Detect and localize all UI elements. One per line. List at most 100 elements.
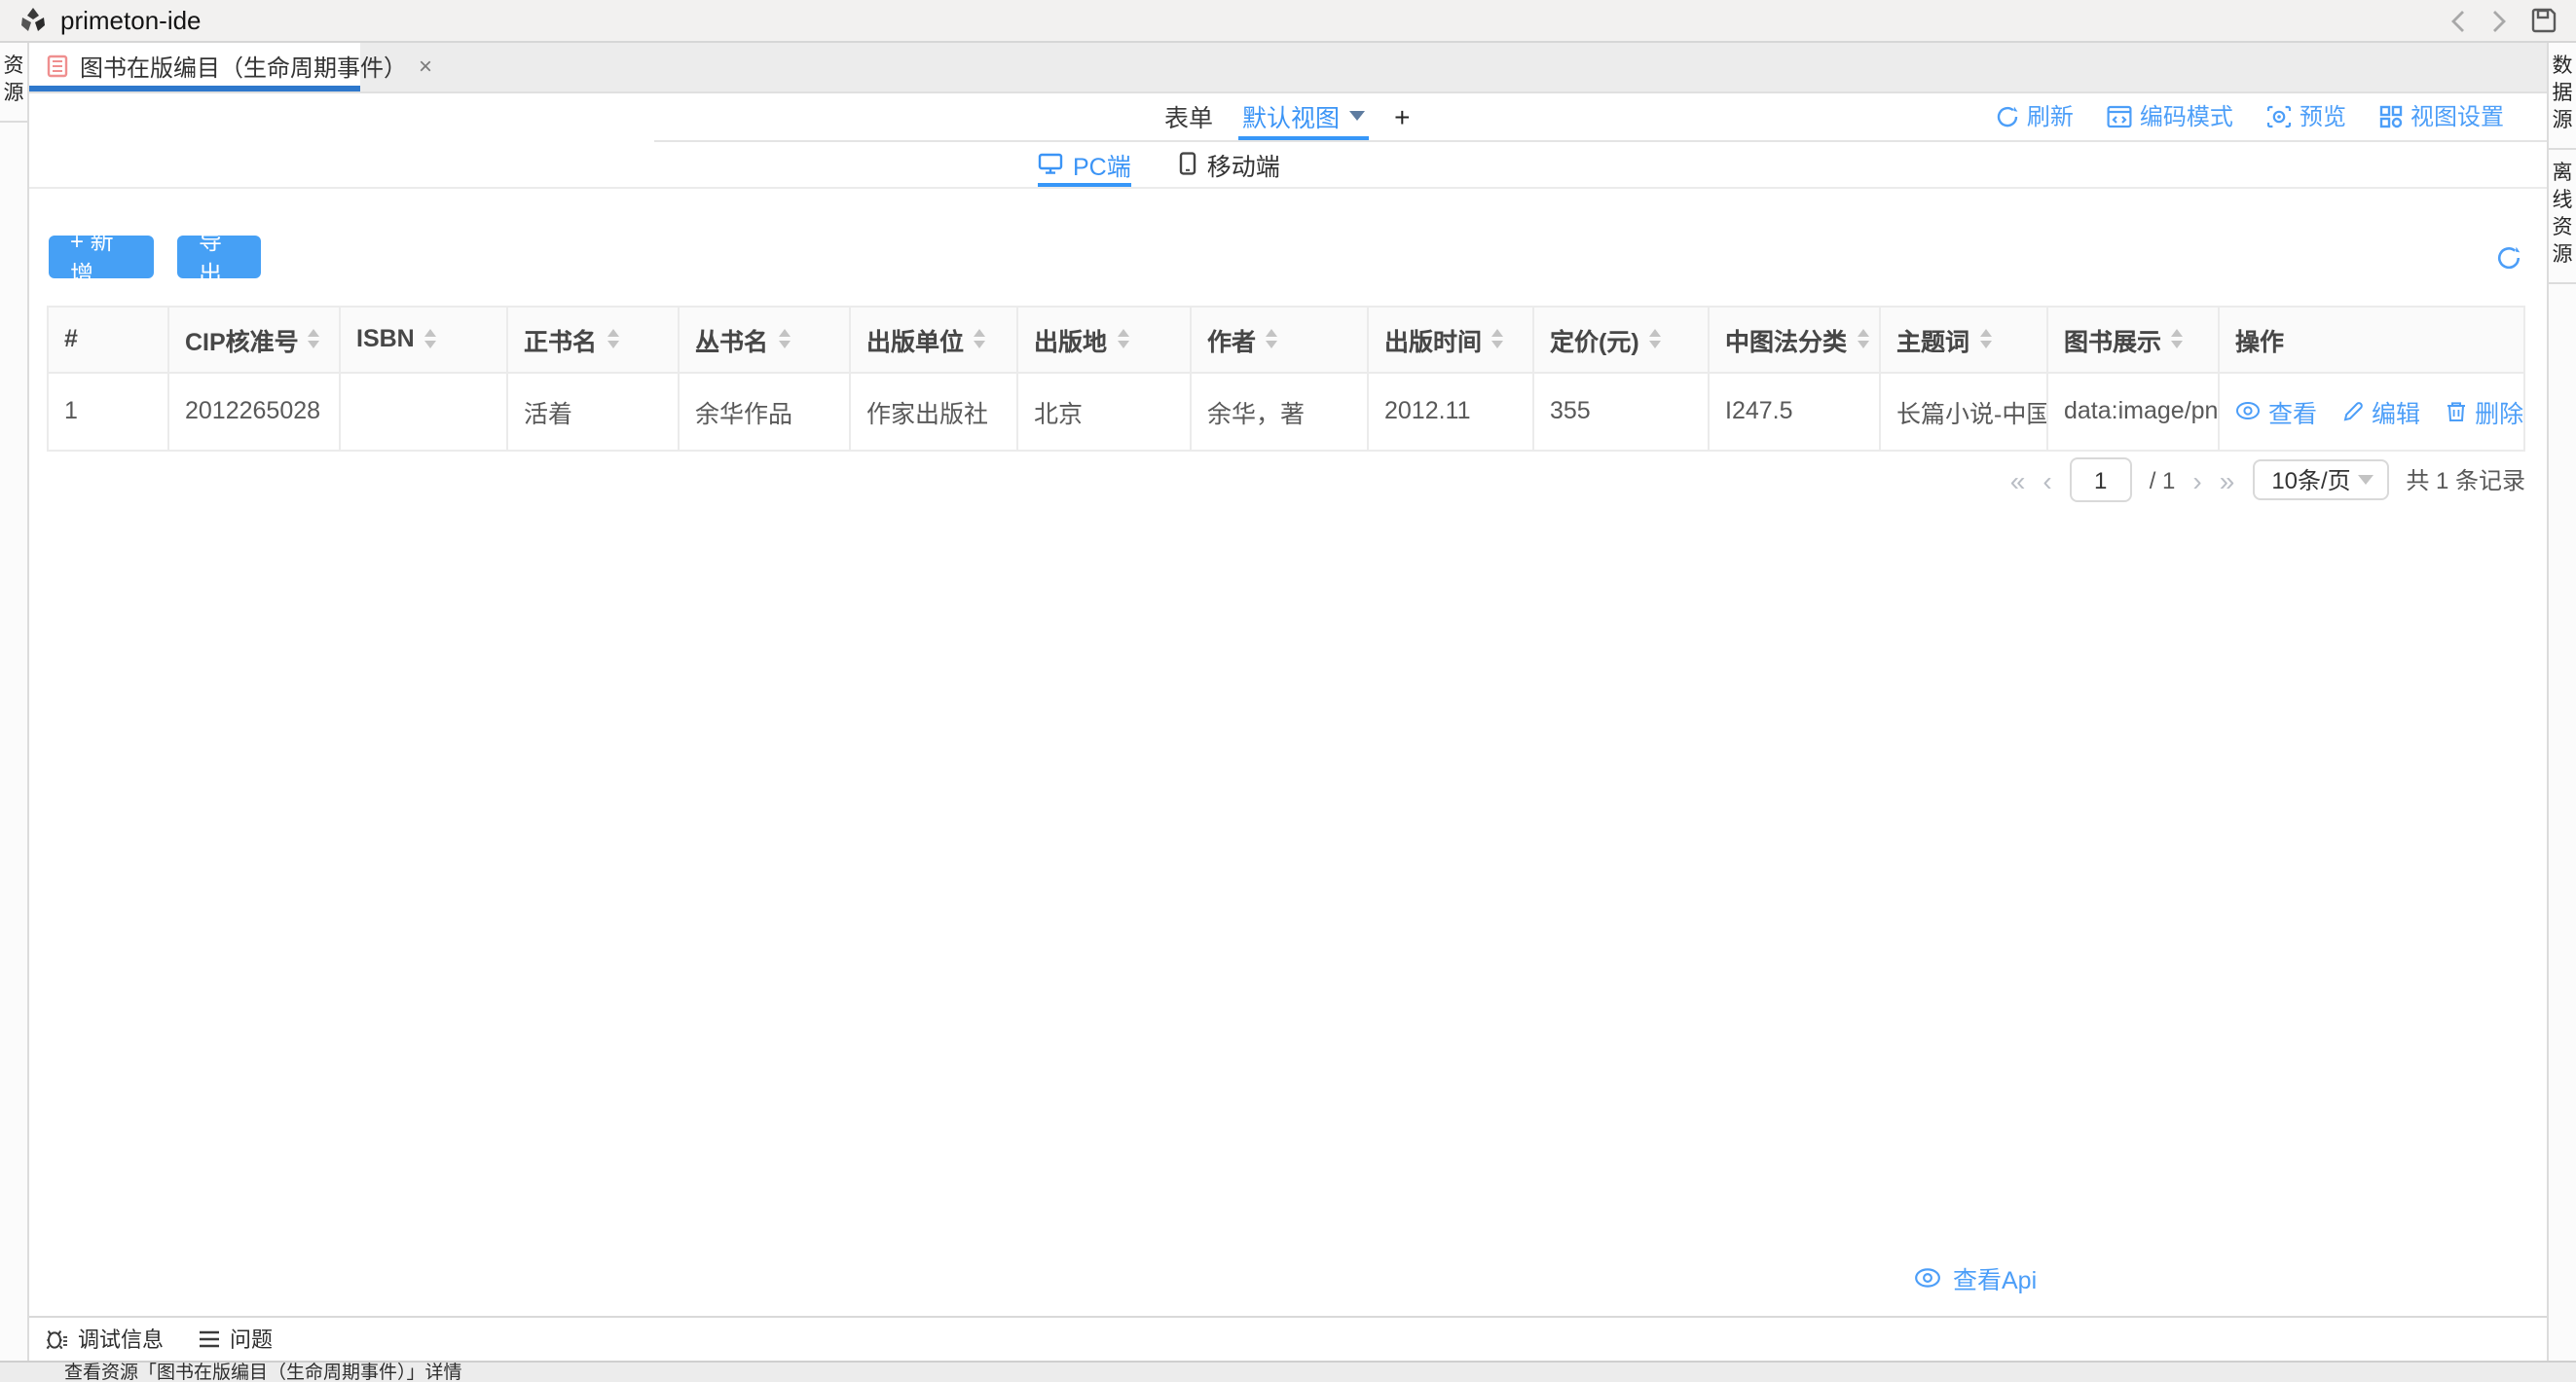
refresh-button[interactable]: 刷新 xyxy=(1996,99,2074,132)
document-icon xyxy=(47,55,68,79)
data-table: # CIP核准号 ISBN 正书名 丛书名 出版单位 出版地 作者 出版时间 定… xyxy=(47,305,2525,451)
right-rail: 数据源 离线资源 xyxy=(2547,43,2576,1361)
tab-default-view[interactable]: 默认视图 xyxy=(1242,92,1365,139)
export-button[interactable]: 导出 xyxy=(177,235,261,277)
cell-cip: 2012265028 xyxy=(168,372,340,450)
problems-button[interactable]: 问题 xyxy=(199,1324,273,1355)
tab-mobile[interactable]: 移动端 xyxy=(1178,141,1280,187)
sort-icon[interactable] xyxy=(974,329,985,348)
sort-icon[interactable] xyxy=(1266,329,1277,348)
problems-label: 问题 xyxy=(230,1324,273,1355)
add-view-tab-button[interactable]: + xyxy=(1394,92,1410,139)
bottom-panel-bar: 调试信息 问题 xyxy=(29,1316,2547,1361)
tab-form-label: 表单 xyxy=(1164,97,1213,134)
view-row-button[interactable]: 查看 xyxy=(2235,392,2317,429)
page-number-input[interactable]: 1 xyxy=(2070,457,2132,502)
page-size-select[interactable]: 10条/页 xyxy=(2252,459,2388,500)
cell-title: 活着 xyxy=(507,372,679,450)
nav-back-icon[interactable] xyxy=(2449,9,2467,32)
sort-icon[interactable] xyxy=(424,329,436,348)
column-header-cip[interactable]: CIP核准号 xyxy=(168,306,340,372)
sort-icon[interactable] xyxy=(778,329,790,348)
debug-info-label: 调试信息 xyxy=(78,1324,164,1355)
view-api-label: 查看Api xyxy=(1953,1258,2037,1295)
column-header-bookimage[interactable]: 图书展示 xyxy=(2047,306,2219,372)
sort-icon[interactable] xyxy=(1979,329,1991,348)
column-header-price[interactable]: 定价(元) xyxy=(1533,306,1709,372)
view-settings-button[interactable]: 视图设置 xyxy=(2379,99,2504,132)
code-mode-icon xyxy=(2107,104,2132,127)
column-header-index: # xyxy=(48,306,168,372)
column-header-subject[interactable]: 主题词 xyxy=(1880,306,2047,372)
total-records-label: 共 1 条记录 xyxy=(2406,463,2525,496)
view-label: 查看 xyxy=(2268,392,2317,429)
column-header-isbn[interactable]: ISBN xyxy=(340,306,507,372)
tab-form[interactable]: 表单 xyxy=(1164,92,1213,139)
sort-icon[interactable] xyxy=(1857,329,1868,348)
add-button-label: + 新增 xyxy=(70,223,132,289)
page-count-label: / 1 xyxy=(2150,466,2176,493)
sidebar-item-offline-resources[interactable]: 离线资源 xyxy=(2549,150,2576,284)
edit-row-button[interactable]: 编辑 xyxy=(2342,392,2420,429)
status-text: 查看资源「图书在版编目（生命周期事件）」详情 xyxy=(64,1363,462,1382)
delete-row-button[interactable]: 删除 xyxy=(2446,392,2523,429)
view-toolbar: 刷新 编码模式 预览 视图设置 xyxy=(1996,92,2504,139)
debug-info-button[interactable]: 调试信息 xyxy=(45,1324,164,1355)
table-row: 1 2012265028 活着 余华作品 作家出版社 北京 余华，著 2012.… xyxy=(48,372,2524,450)
column-header-title[interactable]: 正书名 xyxy=(507,306,679,372)
edit-label: 编辑 xyxy=(2372,392,2420,429)
cell-place: 北京 xyxy=(1017,372,1191,450)
pencil-icon xyxy=(2342,400,2364,421)
column-header-publisher[interactable]: 出版单位 xyxy=(850,306,1017,372)
view-api-link[interactable]: 查看Api xyxy=(1914,1258,2037,1295)
view-tabs: 表单 默认视图 + xyxy=(1164,92,1410,139)
column-header-series[interactable]: 丛书名 xyxy=(679,306,850,372)
preview-button[interactable]: 预览 xyxy=(2266,99,2346,132)
eye-icon xyxy=(2235,401,2261,420)
nav-forward-icon[interactable] xyxy=(2490,9,2508,32)
save-icon[interactable] xyxy=(2531,8,2557,33)
column-header-author[interactable]: 作者 xyxy=(1191,306,1368,372)
column-header-clc[interactable]: 中图法分类 xyxy=(1709,306,1880,372)
sort-icon[interactable] xyxy=(1649,329,1661,348)
tab-pc[interactable]: PC端 xyxy=(1038,141,1131,187)
tab-title: 图书在版编目（生命周期事件） xyxy=(80,51,407,84)
sort-icon[interactable] xyxy=(607,329,618,348)
view-settings-label: 视图设置 xyxy=(2410,99,2504,132)
column-header-operations: 操作 xyxy=(2219,306,2524,372)
monitor-icon xyxy=(1038,153,1063,176)
cell-bookimage: data:image/png;b xyxy=(2047,372,2219,450)
tab-book-catalog[interactable]: 图书在版编目（生命周期事件） × xyxy=(29,43,360,91)
chevron-down-icon[interactable] xyxy=(1349,111,1365,121)
next-page-button[interactable]: › xyxy=(2192,466,2201,493)
tab-mobile-label: 移动端 xyxy=(1207,146,1280,183)
chevron-down-icon xyxy=(2357,475,2373,485)
preview-label: 预览 xyxy=(2300,99,2346,132)
app-title: primeton-ide xyxy=(60,6,202,35)
eye-icon xyxy=(1914,1266,1941,1288)
refresh-label: 刷新 xyxy=(2027,99,2074,132)
add-button[interactable]: + 新增 xyxy=(49,235,154,277)
add-view-label: + xyxy=(1394,100,1410,131)
pagination: « ‹ 1 / 1 › » 10条/页 共 1 条记录 xyxy=(2010,455,2525,505)
code-mode-button[interactable]: 编码模式 xyxy=(2107,99,2233,132)
first-page-button[interactable]: « xyxy=(2010,466,2026,493)
app-window: primeton-ide 资源 xyxy=(0,0,2576,1382)
last-page-button[interactable]: » xyxy=(2220,466,2235,493)
sort-icon[interactable] xyxy=(1117,329,1128,348)
device-tabs: PC端 移动端 xyxy=(1038,141,1280,187)
column-header-pubdate[interactable]: 出版时间 xyxy=(1368,306,1533,372)
sort-icon[interactable] xyxy=(309,329,320,348)
tab-default-view-label: 默认视图 xyxy=(1242,97,1340,134)
export-button-label: 导出 xyxy=(199,223,239,289)
cell-publisher: 作家出版社 xyxy=(850,372,1017,450)
resources-label: 资源 xyxy=(3,53,24,107)
prev-page-button[interactable]: ‹ xyxy=(2042,466,2051,493)
sort-icon[interactable] xyxy=(1491,329,1503,348)
grid-refresh-icon[interactable] xyxy=(2496,244,2521,270)
close-icon[interactable]: × xyxy=(419,55,432,79)
column-header-place[interactable]: 出版地 xyxy=(1017,306,1191,372)
sidebar-item-datasource[interactable]: 数据源 xyxy=(2549,43,2576,150)
sidebar-item-resources[interactable]: 资源 xyxy=(0,43,27,123)
sort-icon[interactable] xyxy=(2171,329,2183,348)
